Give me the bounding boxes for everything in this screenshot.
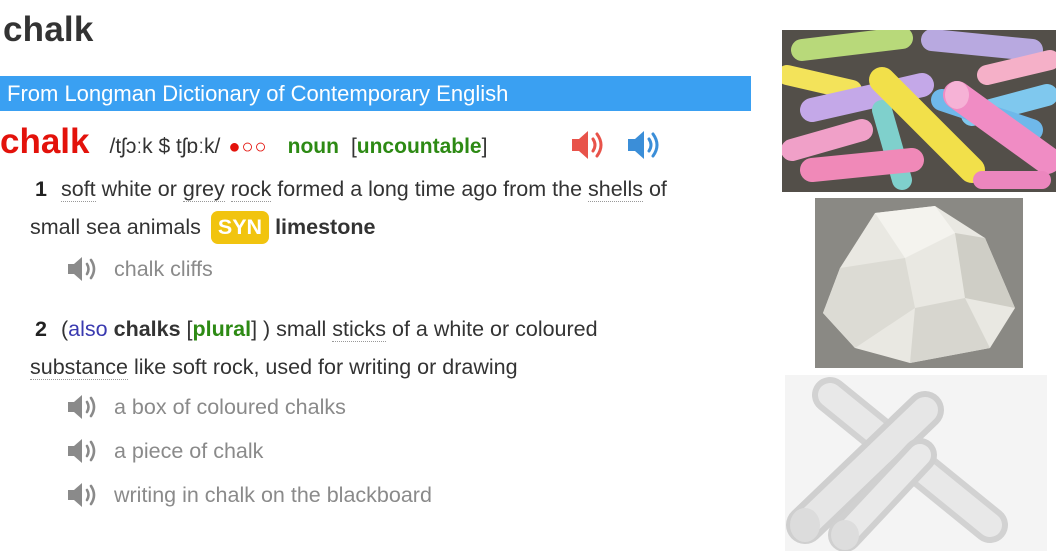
xref-word[interactable]: soft (61, 177, 96, 202)
grammar-code: [uncountable] (351, 135, 488, 159)
example-text: writing in chalk on the blackboard (114, 482, 432, 507)
example-speaker-icon[interactable] (66, 255, 102, 283)
sense-1: 1 soft white or grey rock formed a long t… (30, 170, 667, 246)
definition-text: of a white or coloured (386, 317, 598, 341)
synonym-badge: SYN (210, 211, 270, 244)
colored-chalk-sticks-photo (782, 30, 1056, 192)
british-audio-speaker-icon[interactable] (570, 128, 608, 162)
plural-label: plural (192, 317, 252, 341)
example-sentence: a piece of chalk (66, 436, 263, 466)
xref-word[interactable]: rock (230, 177, 272, 202)
example-sentence: chalk cliffs (66, 254, 213, 284)
example-speaker-icon[interactable] (66, 437, 102, 465)
variant-form: chalks (113, 317, 181, 341)
sense-2: 2 (also chalks [plural] ) small sticks of… (30, 310, 598, 386)
definition-text: of (642, 177, 667, 201)
xref-word[interactable]: grey (182, 177, 225, 202)
grammar-label: uncountable (356, 135, 482, 158)
synonym-link[interactable]: limestone (275, 215, 375, 239)
part-of-speech: noun (287, 135, 339, 158)
example-speaker-icon[interactable] (66, 393, 102, 421)
definition-text: white or (95, 177, 183, 201)
example-text: a piece of chalk (114, 438, 264, 463)
grammar-close-bracket: ] ) (251, 317, 271, 341)
example-speaker-icon[interactable] (66, 481, 102, 509)
headword: chalk (0, 122, 90, 161)
page-title: chalk (3, 10, 94, 49)
sense-number: 1 (35, 177, 47, 201)
definition-text: formed a long time ago from the (271, 177, 589, 201)
white-chalk-sticks-photo (785, 375, 1047, 551)
example-text: a box of coloured chalks (114, 394, 346, 419)
frequency-indicator: ●○○ (228, 136, 268, 158)
definition-text (225, 177, 231, 201)
xref-word[interactable]: shells (588, 177, 643, 202)
xref-word[interactable]: substance (30, 355, 129, 380)
example-sentence: a box of coloured chalks (66, 392, 346, 422)
grammar-close-bracket: ] (481, 135, 488, 158)
pronunciation: /tʃɔːk $ tʃɒːk/ (109, 135, 221, 158)
american-audio-speaker-icon[interactable] (626, 128, 664, 162)
sense-number: 2 (35, 317, 47, 341)
dictionary-source-banner: From Longman Dictionary of Contemporary … (0, 76, 751, 111)
entry-head: chalk /tʃɔːk $ tʃɒːk/ ●○○ noun [uncounta… (0, 122, 487, 166)
also-label: also (68, 317, 108, 341)
definition-text: small (270, 317, 333, 341)
definition-text: like soft rock, used for writing or draw… (128, 355, 518, 379)
example-text: chalk cliffs (114, 256, 213, 281)
example-sentence: writing in chalk on the blackboard (66, 480, 432, 510)
definition-text: small sea animals (30, 215, 201, 239)
chalk-rock-photo (815, 198, 1023, 368)
xref-word[interactable]: sticks (332, 317, 387, 342)
